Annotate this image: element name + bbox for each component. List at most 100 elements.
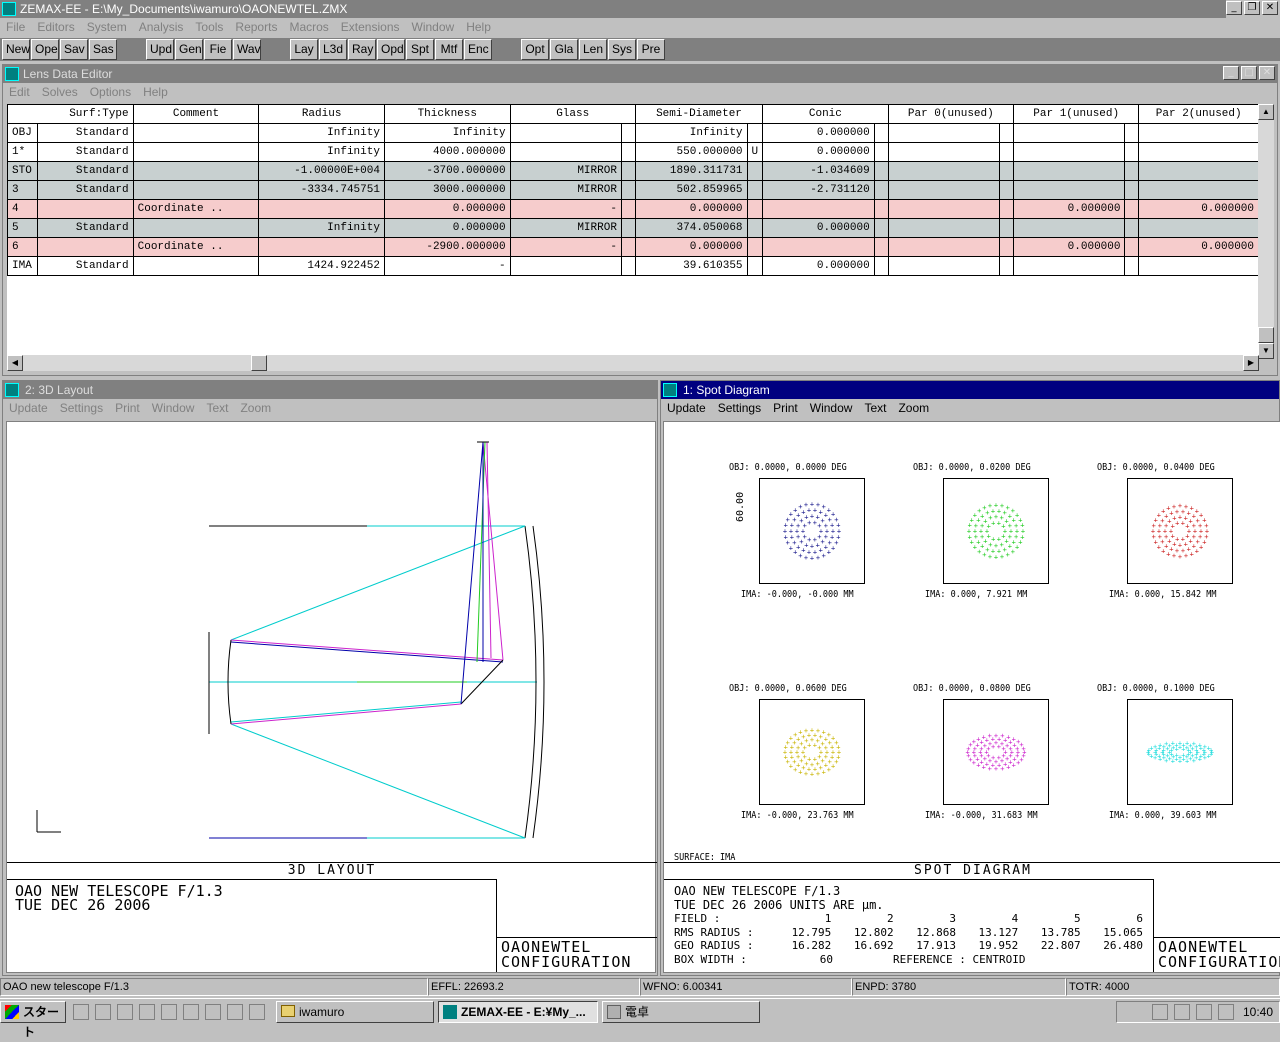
quicklaunch-app-icon-6[interactable]	[183, 1003, 199, 1020]
restore-button[interactable]: ❐	[1244, 1, 1260, 15]
cell-par1-solve[interactable]	[1124, 218, 1140, 238]
cell-conic-solve[interactable]	[873, 180, 889, 200]
col-header-glass[interactable]: Glass	[509, 104, 636, 124]
col-header-par0[interactable]: Par 0(unused)	[887, 104, 1015, 124]
cell-par1-solve[interactable]	[1124, 161, 1140, 181]
tb-save-button[interactable]: Sav	[60, 39, 88, 60]
tb-update-button[interactable]: Upd	[146, 39, 174, 60]
cell-semi-diameter[interactable]: 0.000000	[634, 199, 748, 219]
cell-type[interactable]: Standard	[36, 161, 134, 181]
cell-par1[interactable]: 0.000000	[1013, 199, 1126, 219]
volume-icon[interactable]	[1151, 1003, 1168, 1020]
col-header-par2[interactable]: Par 2(unused)	[1138, 104, 1259, 124]
cell-sd-solve[interactable]	[746, 256, 764, 276]
cell-glass[interactable]	[509, 256, 622, 276]
tb-spot-button[interactable]: Spt	[406, 39, 434, 60]
start-button[interactable]: スタート	[0, 1000, 66, 1039]
cell-sd-solve[interactable]	[746, 161, 764, 181]
tb-encircled-button[interactable]: Enc	[464, 39, 492, 60]
cell-surf[interactable]: 5	[7, 218, 38, 238]
cell-comment[interactable]	[132, 256, 260, 276]
cell-par1[interactable]: 0.000000	[1013, 237, 1126, 257]
cell-sd-solve[interactable]	[746, 218, 764, 238]
cell-glass[interactable]: MIRROR	[509, 161, 622, 181]
tb-open-button[interactable]: Ope	[31, 39, 59, 60]
col-header-surf-type[interactable]: Surf:Type	[7, 104, 134, 124]
cell-glass-solve[interactable]	[620, 161, 636, 181]
cell-comment[interactable]	[132, 161, 260, 181]
cell-surf[interactable]: STO	[7, 161, 38, 181]
spot-menu-update[interactable]: Update	[661, 401, 712, 415]
cell-par2[interactable]	[1138, 218, 1259, 238]
cell-radius[interactable]	[258, 199, 385, 219]
lde-vscroll-thumb[interactable]	[1258, 327, 1274, 343]
menu-editors[interactable]: Editors	[31, 20, 80, 34]
cell-glass[interactable]: MIRROR	[509, 180, 622, 200]
cell-surf[interactable]: 4	[7, 199, 38, 219]
cell-thickness[interactable]: Infinity	[383, 123, 511, 143]
menu-reports[interactable]: Reports	[229, 20, 283, 34]
cell-semi-diameter[interactable]: Infinity	[634, 123, 748, 143]
cell-conic-solve[interactable]	[873, 237, 889, 257]
cell-radius[interactable]: -3334.745751	[258, 180, 385, 200]
cell-thickness[interactable]: 3000.000000	[383, 180, 511, 200]
tb-general-button[interactable]: Gen	[175, 39, 203, 60]
spot-menu-zoom[interactable]: Zoom	[892, 401, 935, 415]
task-zemax[interactable]: ZEMAX-EE - E:¥My_...	[438, 1000, 598, 1023]
cell-par0-solve[interactable]	[999, 161, 1015, 181]
cell-par0[interactable]	[887, 218, 1001, 238]
menu-analysis[interactable]: Analysis	[133, 20, 190, 34]
cell-conic[interactable]: 0.000000	[762, 123, 875, 143]
cell-glass-solve[interactable]	[620, 218, 636, 238]
cell-par0[interactable]	[887, 123, 1001, 143]
spot-menu-text[interactable]: Text	[858, 401, 892, 415]
cell-thickness[interactable]: 0.000000	[383, 199, 511, 219]
lde-close-button[interactable]: ✕	[1259, 66, 1275, 80]
menu-extensions[interactable]: Extensions	[335, 20, 406, 34]
tb-layout-button[interactable]: Lay	[290, 39, 318, 60]
cell-semi-diameter[interactable]: 39.610355	[634, 256, 748, 276]
cell-glass-solve[interactable]	[620, 256, 636, 276]
tb-wavelength-button[interactable]: Wav	[233, 39, 261, 60]
cell-type[interactable]: Standard	[36, 256, 134, 276]
cell-conic-solve[interactable]	[873, 218, 889, 238]
col-header-par1[interactable]: Par 1(unused)	[1013, 104, 1140, 124]
minimize-button[interactable]: _	[1226, 1, 1242, 15]
scroll-right-arrow-icon[interactable]: ▶	[1243, 355, 1259, 371]
lde-row[interactable]: STO Standard -1.00000E+004 -3700.000000 MIRR…	[7, 161, 1259, 181]
cell-par0-solve[interactable]	[999, 199, 1015, 219]
cell-par1-solve[interactable]	[1124, 142, 1140, 162]
cell-conic-solve[interactable]	[873, 142, 889, 162]
cell-semi-diameter[interactable]: 502.859965	[634, 180, 748, 200]
cell-type[interactable]	[36, 199, 134, 219]
cell-conic[interactable]: 0.000000	[762, 218, 875, 238]
cell-conic[interactable]	[762, 237, 875, 257]
close-button[interactable]: ✕	[1262, 1, 1278, 15]
cell-surf[interactable]: 3	[7, 180, 38, 200]
cell-type[interactable]: Standard	[36, 142, 134, 162]
cell-conic-solve[interactable]	[873, 256, 889, 276]
cell-par0-solve[interactable]	[999, 180, 1015, 200]
cell-thickness[interactable]: -	[383, 256, 511, 276]
menu-window[interactable]: Window	[406, 20, 461, 34]
cell-glass[interactable]: -	[509, 199, 622, 219]
clock[interactable]: 10:40	[1243, 1005, 1273, 1019]
cell-comment[interactable]: Coordinate ..	[132, 199, 260, 219]
cell-comment[interactable]	[132, 180, 260, 200]
cell-par2[interactable]: 0.000000	[1138, 199, 1259, 219]
cell-surf[interactable]: 6	[7, 237, 38, 257]
cell-conic-solve[interactable]	[873, 123, 889, 143]
zemax-app-icon[interactable]	[2, 2, 16, 16]
tb-field-button[interactable]: Fie	[204, 39, 232, 60]
col-header-semi-diameter[interactable]: Semi-Diameter	[634, 104, 764, 124]
cell-conic[interactable]: 0.000000	[762, 142, 875, 162]
cell-comment[interactable]	[132, 218, 260, 238]
cell-thickness[interactable]: -3700.000000	[383, 161, 511, 181]
cell-conic[interactable]	[762, 199, 875, 219]
cell-par1-solve[interactable]	[1124, 237, 1140, 257]
cell-type[interactable]	[36, 237, 134, 257]
scroll-left-arrow-icon[interactable]: ◀	[7, 355, 23, 371]
cell-glass-solve[interactable]	[620, 123, 636, 143]
col-header-conic[interactable]: Conic	[762, 104, 889, 124]
lde-row[interactable]: 6 Coordinate .. -2900.000000-0.000000 0.000…	[7, 237, 1259, 257]
